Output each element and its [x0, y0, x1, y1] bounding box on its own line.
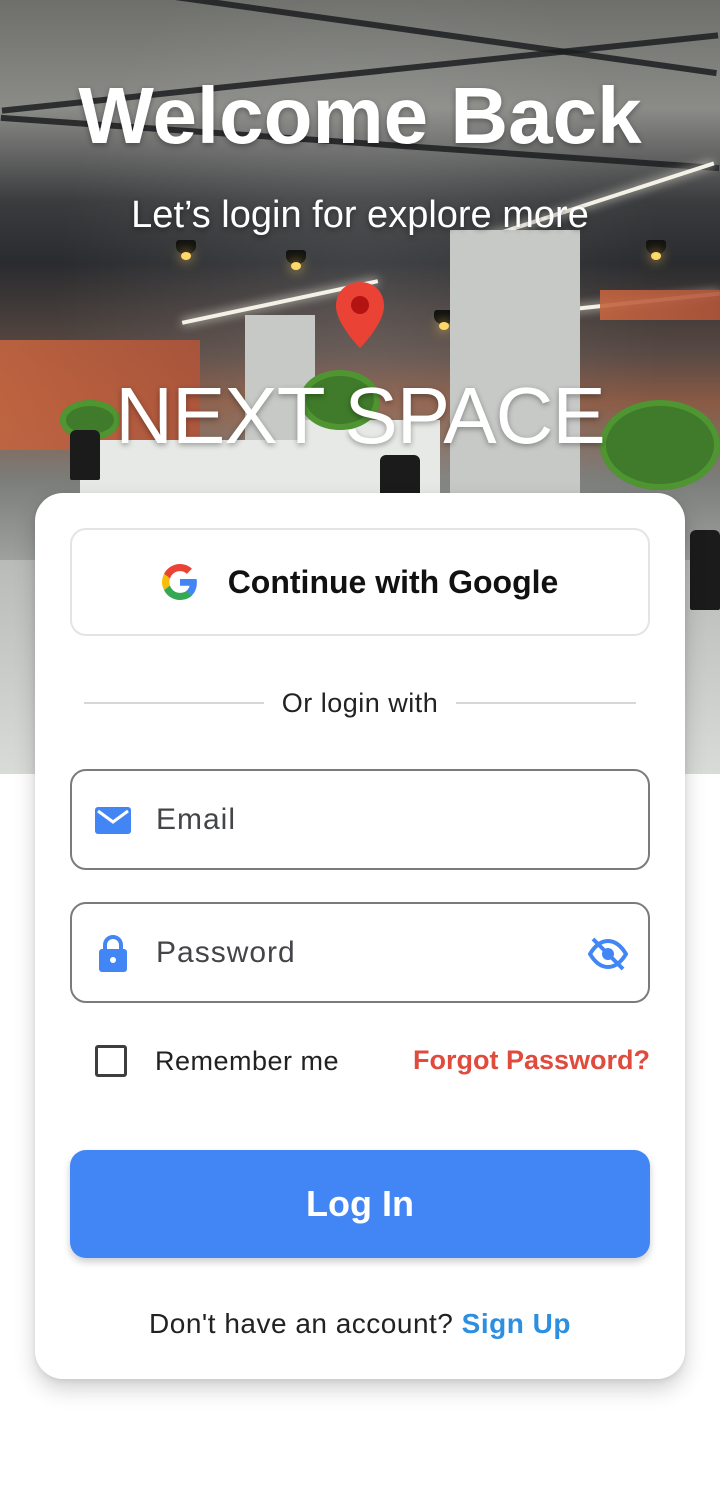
- email-field[interactable]: Email: [70, 769, 650, 870]
- remember-me[interactable]: Remember me: [95, 1045, 339, 1077]
- welcome-title: Welcome Back: [78, 71, 642, 160]
- divider-line-right: [456, 702, 636, 704]
- sign-up-link[interactable]: Sign Up: [462, 1308, 571, 1339]
- divider-text: Or login with: [281, 687, 439, 718]
- log-in-label: Log In: [306, 1183, 414, 1224]
- divider-line-left: [84, 702, 264, 704]
- forgot-password-link[interactable]: Forgot Password?: [413, 1045, 650, 1076]
- log-in-button[interactable]: Log In: [70, 1150, 650, 1258]
- remember-me-checkbox[interactable]: [95, 1045, 127, 1077]
- eye-off-icon[interactable]: [588, 936, 628, 972]
- mail-icon: [95, 807, 131, 834]
- password-field[interactable]: Password: [70, 902, 650, 1003]
- welcome-subtitle: Let’s login for explore more: [131, 194, 589, 236]
- password-placeholder: Password: [156, 935, 296, 969]
- or-login-divider: Or login with: [84, 683, 636, 723]
- google-logo-icon: [161, 564, 197, 600]
- continue-with-google-button[interactable]: Continue with Google: [70, 528, 650, 636]
- location-pin-icon: [336, 282, 384, 348]
- signup-row: Don't have an account? Sign Up: [35, 1308, 685, 1340]
- remember-me-label: Remember me: [155, 1045, 340, 1076]
- google-button-label: Continue with Google: [227, 563, 559, 600]
- signup-prompt: Don't have an account?: [149, 1308, 454, 1339]
- login-card: Continue with Google Or login with Email…: [35, 493, 685, 1379]
- lock-icon: [99, 935, 127, 972]
- email-placeholder: Email: [156, 802, 237, 836]
- brand-name: NEXT SPACE: [115, 371, 605, 460]
